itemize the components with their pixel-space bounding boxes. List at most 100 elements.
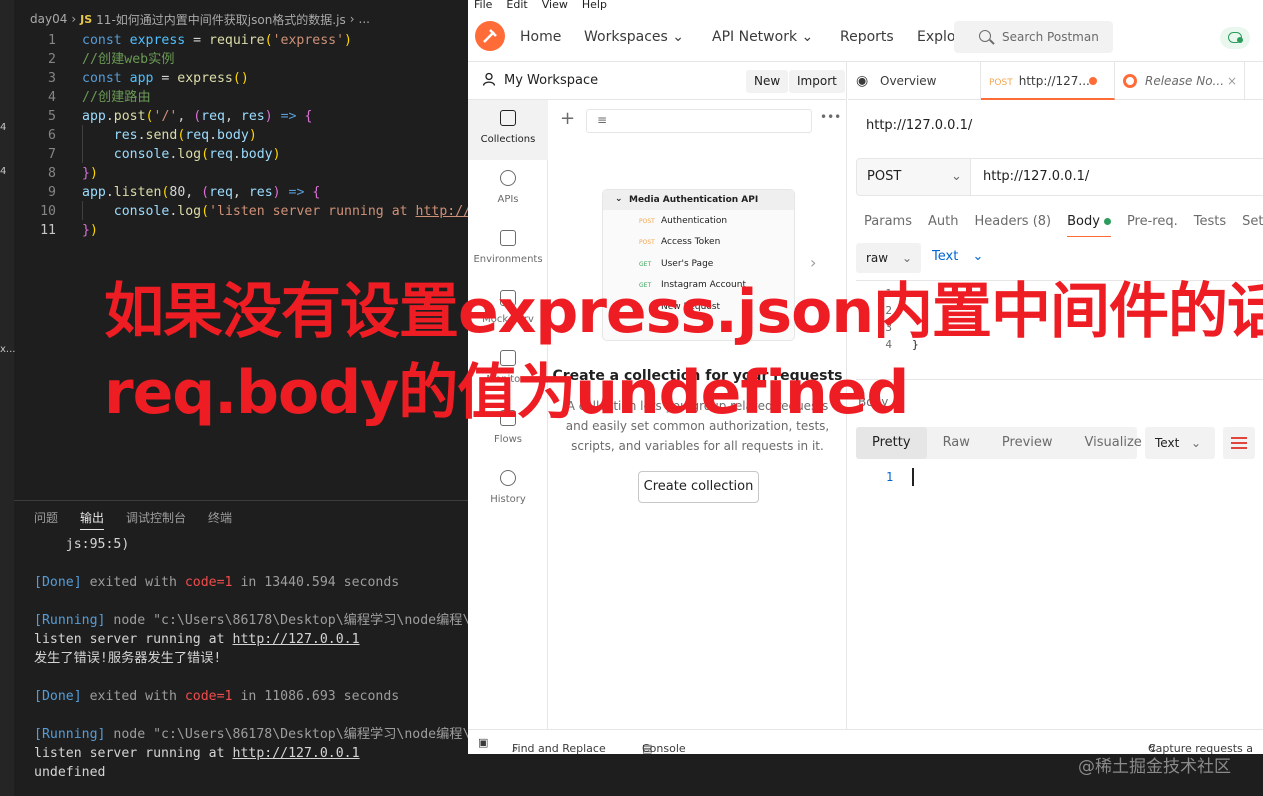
tab-release-notes[interactable]: Release No... × [1115, 62, 1245, 100]
chevron-down-icon: ⌄ [672, 29, 685, 45]
menu-help[interactable]: Help [582, 0, 607, 12]
sidebar-item-history[interactable]: History [468, 460, 548, 520]
tab-problems[interactable]: 问题 [34, 509, 58, 530]
code-token: , [177, 109, 194, 124]
breadcrumb-file[interactable]: 11-如何通过内置中间件获取json格式的数据.js [96, 11, 346, 28]
code-text: const express = require('express') [82, 31, 352, 50]
code-token: console [113, 147, 170, 162]
code-token: ( [201, 147, 210, 162]
menu-view[interactable]: View [542, 0, 568, 12]
code-token: app [82, 109, 106, 124]
breadcrumb-folder[interactable]: day04 [30, 12, 67, 26]
body-type-select[interactable]: raw ⌄ [856, 243, 921, 273]
tab-settings[interactable]: Settings [1242, 214, 1263, 237]
strip-label: 4 [0, 122, 7, 133]
new-button[interactable]: New [746, 70, 789, 93]
plus-icon[interactable]: + [560, 108, 575, 129]
output-token: undefined [34, 765, 106, 780]
more-options-icon[interactable]: ••• [820, 110, 841, 124]
create-collection-button[interactable]: Create collection [638, 471, 759, 503]
code-token: '/' [153, 109, 178, 124]
nav-workspaces[interactable]: Workspaces ⌄ [584, 29, 684, 45]
search-icon [979, 30, 991, 42]
menu-edit[interactable]: Edit [506, 0, 527, 12]
output-token: "c:\Users\86178\Desktop\编程学习\node编程\d [153, 727, 479, 742]
code-line[interactable]: 2 //创建web实例 [14, 50, 468, 69]
workspace-name[interactable]: My Workspace [504, 73, 598, 88]
chevron-right-icon[interactable]: › [810, 253, 816, 272]
filter-input[interactable]: ≡ [586, 109, 812, 133]
sidebar-toggle-icon[interactable]: ▣ [478, 736, 488, 749]
nav-api-network[interactable]: API Network ⌄ [712, 29, 813, 45]
code-token: , [225, 109, 241, 124]
code-line[interactable]: 5 app.post('/', (req, res) => { [14, 107, 468, 126]
tab-preview[interactable]: Preview [986, 427, 1069, 459]
eye-icon: ◉ [856, 73, 869, 89]
tab-raw[interactable]: Raw [927, 427, 986, 459]
line-number: 11 [40, 223, 56, 238]
method-select[interactable]: POST ⌄ [856, 158, 971, 196]
code-text: //创建web实例 [82, 50, 174, 69]
request-editor: http://127.0.0.1/ POST ⌄ http://127.0.0.1… [848, 100, 1263, 729]
code-line[interactable]: 11}) [14, 221, 468, 240]
import-button[interactable]: Import [789, 70, 845, 93]
request-tab-bar: ◉ Overview POST http://127... Release No.… [848, 62, 1263, 100]
line-number: 10 [40, 204, 56, 219]
nav-workspaces-label: Workspaces [584, 29, 668, 45]
output-token: node [113, 613, 154, 628]
nav-reports[interactable]: Reports [840, 29, 894, 45]
code-line[interactable]: 1 const express = require('express') [14, 31, 468, 50]
tab-pretty[interactable]: Pretty [856, 427, 927, 459]
tab-tests[interactable]: Tests [1194, 214, 1226, 237]
chevron-down-icon: ⌄ [801, 29, 814, 45]
tab-params[interactable]: Params [864, 214, 912, 237]
code-line[interactable]: 4 //创建路由 [14, 88, 468, 107]
filter-icon: ≡ [597, 113, 608, 127]
code-token: . [105, 109, 114, 124]
code-text: console.log('listen server running at ht… [82, 202, 479, 221]
response-format-select[interactable]: Text ⌄ [1145, 427, 1215, 459]
chevron-down-icon: ⌄ [1191, 436, 1202, 450]
tab-auth[interactable]: Auth [928, 214, 958, 237]
sidebar-item-collections[interactable]: Collections [468, 100, 548, 160]
code-line[interactable]: 3 const app = express() [14, 69, 468, 88]
code-editor[interactable]: 1 const express = require('express') 2//创建… [14, 30, 479, 500]
tab-terminal[interactable]: 终端 [208, 509, 232, 530]
code-token: ( [193, 109, 202, 124]
tab-body[interactable]: Body [1067, 214, 1111, 237]
output-token: exited with [89, 689, 185, 704]
menu-file[interactable]: File [474, 0, 492, 12]
tab-overview[interactable]: ◉ Overview [848, 62, 981, 100]
search-input[interactable]: Search Postman [954, 21, 1113, 53]
cloud-sync-icon[interactable] [1220, 27, 1250, 49]
code-token: ) [272, 147, 281, 162]
code-token: send [145, 128, 178, 143]
tab-request-post[interactable]: POST http://127... [981, 62, 1115, 100]
nav-home[interactable]: Home [520, 29, 561, 45]
request-tabs: Params Auth Headers (8) Body Pre-req. Te… [864, 214, 1263, 237]
tab-debug-console[interactable]: 调试控制台 [126, 509, 186, 530]
sidebar-item-label: Flows [493, 434, 523, 445]
tab-headers[interactable]: Headers (8) [974, 214, 1051, 237]
output-token: [Running] [34, 613, 114, 628]
illustration-item-name: Authentication [661, 216, 728, 226]
chevron-right-icon: › [349, 12, 355, 26]
body-format-select[interactable]: Text ⌄ [932, 249, 983, 264]
sidebar-item-environments[interactable]: Environments [468, 220, 548, 280]
wrap-lines-icon[interactable] [1223, 427, 1255, 459]
url-input[interactable]: http://127.0.0.1/ [971, 158, 1263, 196]
postman-logo-icon[interactable] [475, 21, 505, 51]
request-title[interactable]: http://127.0.0.1/ [866, 118, 972, 133]
output-token: js:95:5) [34, 537, 130, 552]
code-line[interactable]: 8}) [14, 164, 468, 183]
code-token: . [137, 128, 146, 143]
nav-explore[interactable]: Explo [917, 29, 955, 45]
tab-output[interactable]: 输出 [80, 509, 105, 530]
tab-pre-request[interactable]: Pre-req. [1127, 214, 1178, 237]
close-icon[interactable]: × [1227, 62, 1237, 100]
breadcrumb-more[interactable]: ... [359, 12, 370, 26]
code-token: => [272, 109, 305, 124]
breadcrumb[interactable]: day04 › JS 11-如何通过内置中间件获取json格式的数据.js › … [14, 8, 468, 30]
sidebar-item-apis[interactable]: APIs [468, 160, 548, 220]
code-line[interactable]: 9 app.listen(80, (req, res) => { [14, 183, 468, 202]
